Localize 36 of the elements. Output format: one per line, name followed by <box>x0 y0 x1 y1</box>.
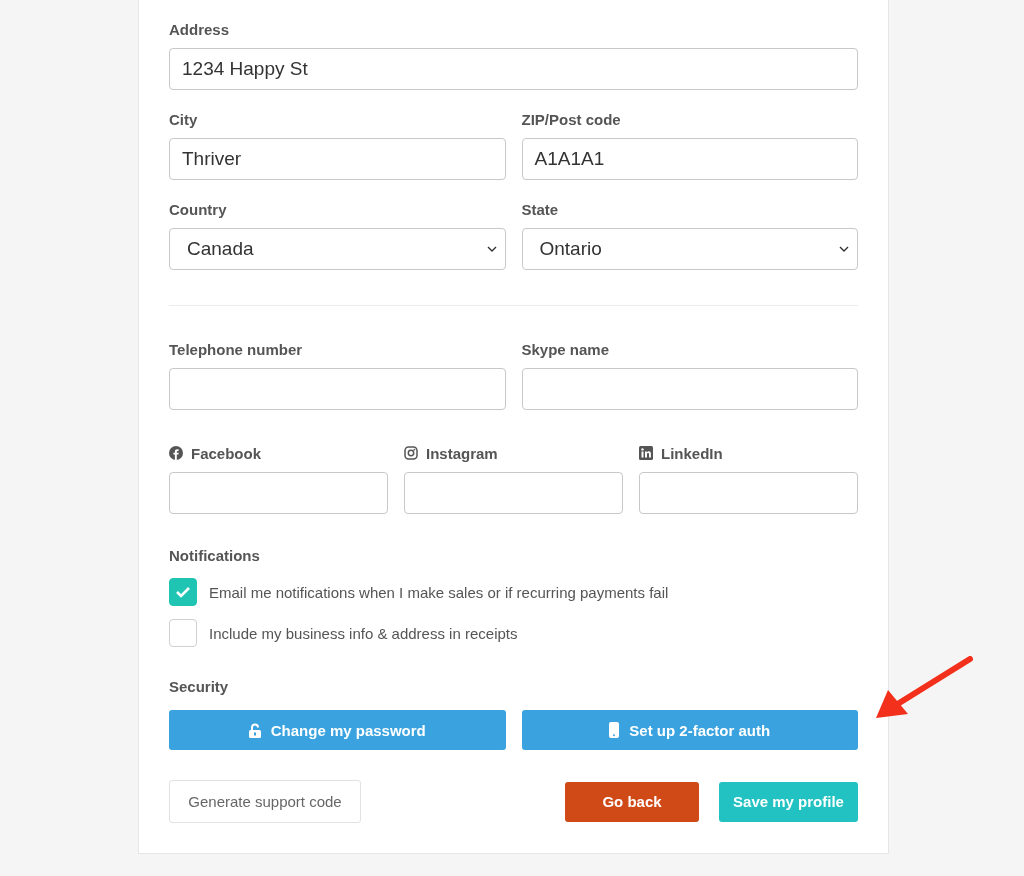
field-label: ZIP/Post code <box>521 110 621 128</box>
field-label: Instagram <box>426 444 498 462</box>
select-field[interactable]: Canada <box>169 228 506 270</box>
checkbox[interactable] <box>169 578 197 606</box>
section-heading: Security <box>169 678 230 697</box>
input-field[interactable]: A1A1A1 <box>521 138 858 180</box>
select-field[interactable]: Ontario <box>521 228 858 270</box>
unlock-icon <box>248 722 261 738</box>
checkbox[interactable] <box>169 619 197 647</box>
input-field[interactable]: Thriver <box>169 138 506 180</box>
input-field[interactable] <box>404 472 623 514</box>
chevron-down-icon <box>839 246 849 252</box>
support-code-button[interactable]: Generate support code <box>169 780 361 823</box>
phone-icon <box>609 722 620 738</box>
go-back-button[interactable]: Go back <box>565 781 699 822</box>
field-label: Country <box>169 200 227 218</box>
input-field[interactable] <box>169 368 506 410</box>
field-label: Facebook <box>191 444 262 462</box>
check-icon <box>175 586 191 598</box>
input-field[interactable] <box>521 368 858 410</box>
checkbox-label: Email me notifications when I make sales or if recurring payments fail <box>209 583 669 601</box>
instagram-icon <box>404 446 418 460</box>
field-label: Telephone number <box>169 340 303 358</box>
input-field[interactable]: 1234 Happy St <box>169 48 858 90</box>
field-label: State <box>521 200 559 218</box>
input-field[interactable] <box>639 472 858 514</box>
field-label: City <box>169 110 198 128</box>
section-heading: Notifications <box>169 547 261 566</box>
checkbox-label: Include my business info & address in receipts <box>209 624 518 642</box>
facebook-icon <box>169 446 183 460</box>
input-field[interactable] <box>169 472 388 514</box>
field-label: LinkedIn <box>661 444 723 462</box>
field-label: Skype name <box>521 340 610 358</box>
field-label: Address <box>169 20 230 38</box>
chevron-down-icon <box>486 246 497 252</box>
linkedin-icon <box>639 446 653 460</box>
